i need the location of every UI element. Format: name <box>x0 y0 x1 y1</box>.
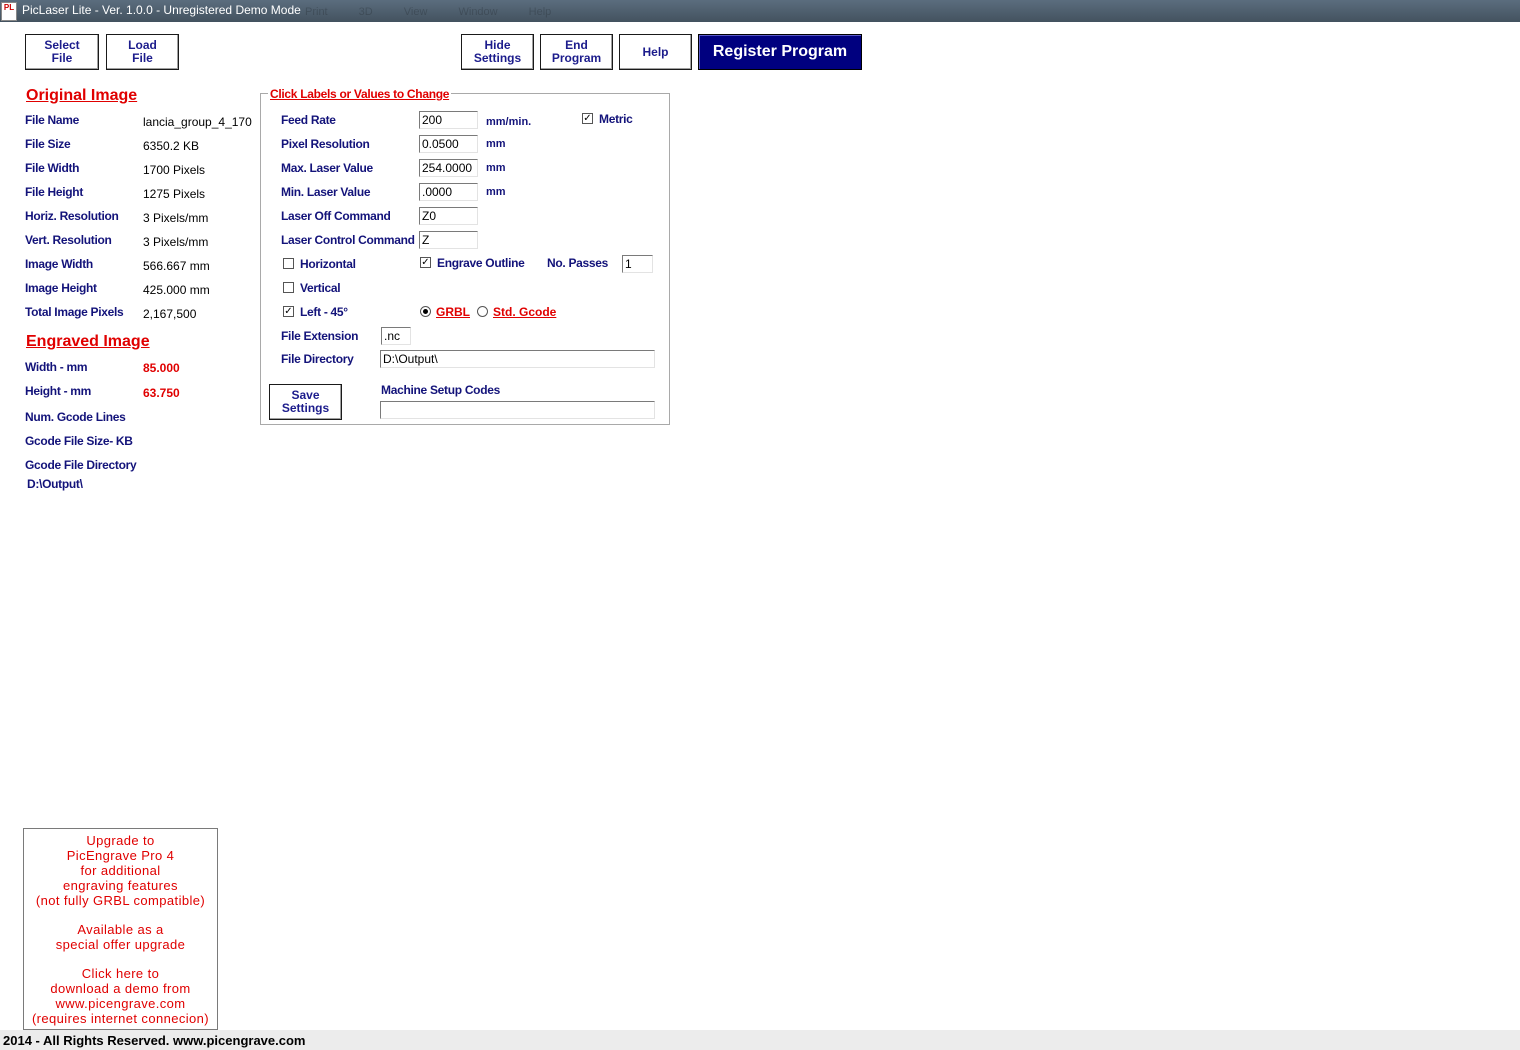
pixel-resolution-unit: mm <box>486 138 506 150</box>
select-file-button[interactable]: Select File <box>25 34 99 70</box>
metric-label[interactable]: Metric <box>599 112 633 126</box>
original-image-heading[interactable]: Original Image <box>26 87 137 105</box>
metric-checkbox[interactable]: ✓ <box>582 113 593 124</box>
no-passes-label: No. Passes <box>547 256 609 270</box>
file-size-label: File Size <box>25 137 71 151</box>
footer-bar: 2014 - All Rights Reserved. www.picengra… <box>0 1030 1520 1050</box>
num-gcode-lines-label: Num. Gcode Lines <box>25 410 126 424</box>
laser-off-input[interactable] <box>419 207 478 225</box>
settings-legend: Click Labels or Values to Change <box>268 87 452 101</box>
image-height-label: Image Height <box>25 281 97 295</box>
file-width-value: 1700 Pixels <box>143 163 206 177</box>
file-name-label: File Name <box>25 113 79 127</box>
feed-rate-input[interactable] <box>419 111 478 129</box>
vertical-label[interactable]: Vertical <box>300 281 341 295</box>
horiz-resolution-label: Horiz. Resolution <box>25 209 119 223</box>
feed-rate-unit: mm/min. <box>486 116 532 128</box>
load-file-label: Load File <box>128 38 157 65</box>
gcode-file-size-label: Gcode File Size- KB <box>25 434 133 448</box>
file-height-value: 1275 Pixels <box>143 187 206 201</box>
min-laser-unit: mm <box>486 186 506 198</box>
file-name-value: lancia_group_4_170 <box>143 115 252 129</box>
end-program-button[interactable]: End Program <box>540 34 613 70</box>
total-image-pixels-value: 2,167,500 <box>143 307 197 321</box>
pixel-resolution-input[interactable] <box>419 135 478 153</box>
pixel-resolution-label[interactable]: Pixel Resolution <box>281 137 370 151</box>
engrave-outline-label[interactable]: Engrave Outline <box>437 256 525 270</box>
title-bar: PL PicLaser Lite - Ver. 1.0.0 - Unregist… <box>0 0 1520 22</box>
max-laser-input[interactable] <box>419 159 478 177</box>
no-passes-input[interactable] <box>622 255 653 273</box>
image-height-value: 425.000 mm <box>143 283 210 297</box>
vertical-checkbox[interactable] <box>283 282 294 293</box>
window-title: PicLaser Lite - Ver. 1.0.0 - Unregistere… <box>22 3 301 17</box>
engraved-width-label[interactable]: Width - mm <box>25 360 88 374</box>
laser-control-input[interactable] <box>419 231 478 249</box>
grbl-radio[interactable] <box>420 306 431 317</box>
machine-setup-label: Machine Setup Codes <box>381 383 500 397</box>
engraved-height-label[interactable]: Height - mm <box>25 384 91 398</box>
vert-resolution-label: Vert. Resolution <box>25 233 112 247</box>
left-45-label[interactable]: Left - 45° <box>300 305 348 319</box>
std-gcode-label[interactable]: Std. Gcode <box>493 305 556 319</box>
min-laser-label[interactable]: Min. Laser Value <box>281 185 371 199</box>
laser-control-label[interactable]: Laser Control Command <box>281 233 415 247</box>
register-program-button[interactable]: Register Program <box>698 34 862 70</box>
std-gcode-radio[interactable] <box>477 306 488 317</box>
file-size-value: 6350.2 KB <box>143 139 200 153</box>
left-45-checkbox[interactable]: ✓ <box>283 306 294 317</box>
save-settings-label: Save Settings <box>281 388 330 415</box>
hide-settings-label: Hide Settings <box>473 38 522 65</box>
machine-setup-input[interactable] <box>380 401 655 419</box>
select-file-label: Select File <box>44 38 80 65</box>
promo-offer-text: Available as a special offer upgrade <box>55 922 186 952</box>
total-image-pixels-label: Total Image Pixels <box>25 305 124 319</box>
hide-settings-button[interactable]: Hide Settings <box>461 34 534 70</box>
file-directory-label[interactable]: File Directory <box>281 352 354 366</box>
vert-resolution-value: 3 Pixels/mm <box>143 235 209 249</box>
promo-download-text: Click here to download a demo from www.p… <box>31 966 210 1026</box>
engraved-width-value[interactable]: 85.000 <box>143 361 180 375</box>
upgrade-promo-box[interactable]: Upgrade to PicEngrave Pro 4 for addition… <box>23 828 218 1030</box>
image-width-value: 566.667 mm <box>143 259 210 273</box>
gcode-file-directory-value: D:\Output\ <box>27 477 83 491</box>
horizontal-label[interactable]: Horizontal <box>300 257 356 271</box>
footer-copyright: 2014 - All Rights Reserved. www.picengra… <box>3 1033 306 1048</box>
grbl-label[interactable]: GRBL <box>436 305 470 319</box>
engraved-image-heading[interactable]: Engraved Image <box>26 333 150 351</box>
gcode-file-directory-label: Gcode File Directory <box>25 458 137 472</box>
horiz-resolution-value: 3 Pixels/mm <box>143 211 209 225</box>
horizontal-checkbox[interactable] <box>283 258 294 269</box>
max-laser-label[interactable]: Max. Laser Value <box>281 161 373 175</box>
promo-upgrade-text: Upgrade to PicEngrave Pro 4 for addition… <box>35 833 206 908</box>
help-label: Help <box>642 44 669 59</box>
help-button[interactable]: Help <box>619 34 692 70</box>
engrave-outline-checkbox[interactable]: ✓ <box>420 257 431 268</box>
file-height-label: File Height <box>25 185 84 199</box>
feed-rate-label[interactable]: Feed Rate <box>281 113 336 127</box>
ghost-menu-text: Print 3D View Window Help <box>305 6 552 18</box>
min-laser-input[interactable] <box>419 183 478 201</box>
file-extension-input[interactable] <box>381 327 411 345</box>
engraved-height-value[interactable]: 63.750 <box>143 386 180 400</box>
save-settings-button[interactable]: Save Settings <box>269 384 342 420</box>
app-logo-icon: PL <box>1 2 17 21</box>
laser-off-label[interactable]: Laser Off Command <box>281 209 391 223</box>
file-extension-label[interactable]: File Extension <box>281 329 358 343</box>
end-program-label: End Program <box>551 38 602 65</box>
file-directory-input[interactable] <box>380 350 655 368</box>
file-width-label: File Width <box>25 161 80 175</box>
max-laser-unit: mm <box>486 162 506 174</box>
load-file-button[interactable]: Load File <box>106 34 179 70</box>
image-width-label: Image Width <box>25 257 93 271</box>
